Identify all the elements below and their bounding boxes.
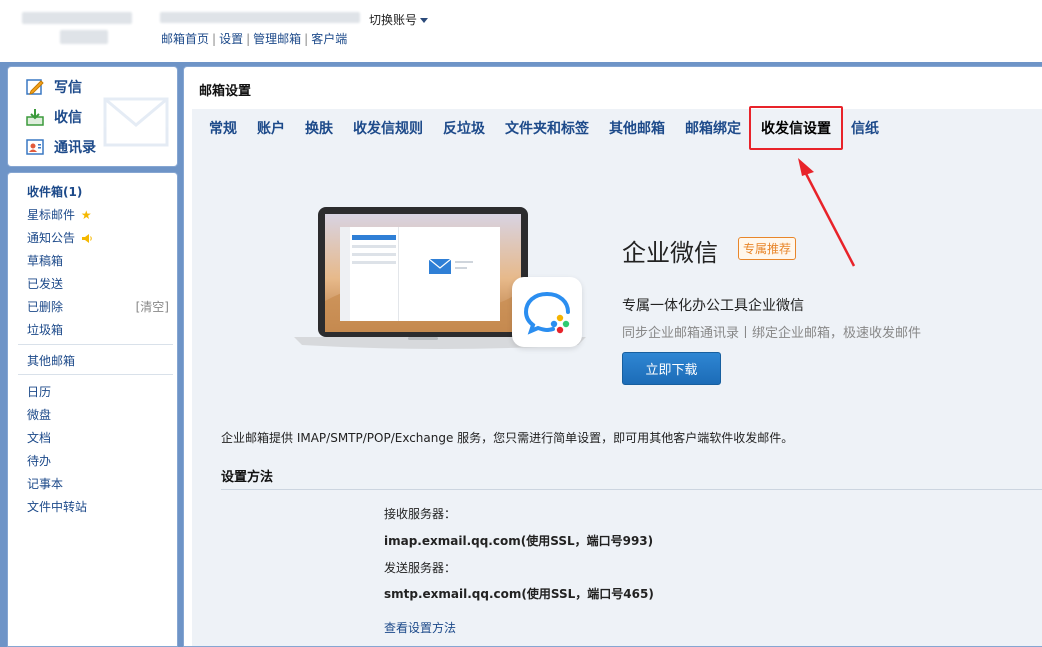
contacts-icon [26, 139, 44, 155]
chevron-down-icon [420, 18, 429, 23]
annotation-arrow-icon [798, 158, 856, 267]
tab-account[interactable]: 账户 [247, 118, 295, 138]
tab-skin[interactable]: 换肤 [295, 118, 343, 138]
app-notepad[interactable]: 记事本 [27, 475, 63, 492]
separator: | [246, 32, 251, 46]
link-settings[interactable]: 设置 [219, 32, 243, 46]
folder-list-panel: 收件箱(1) 星标邮件 ★ 通知公告 草稿箱 已发送 已删除 [清空] 垃圾箱 … [7, 172, 178, 647]
app-docs[interactable]: 文档 [27, 429, 51, 446]
settings-tabs: 常规 账户 换肤 收发信规则 反垃圾 文件夹和标签 其他邮箱 邮箱绑定 收发信设… [192, 109, 1042, 146]
active-tab-highlight-box [749, 106, 843, 150]
sidebar: 写信 收信 通讯录 收件箱(1) 星标邮件 ★ 通知公告 草稿箱 已发送 已删除… [0, 62, 186, 647]
clear-deleted-button[interactable]: [清空] [136, 298, 169, 315]
tab-folders-labels[interactable]: 文件夹和标签 [495, 118, 599, 138]
tab-mail-rules[interactable]: 收发信规则 [343, 118, 433, 138]
mail-actions-panel: 写信 收信 通讯录 [7, 66, 178, 167]
folder-starred-label: 星标邮件 [27, 208, 76, 222]
main-panel: 邮箱设置 常规 账户 换肤 收发信规则 反垃圾 文件夹和标签 其他邮箱 邮箱绑定… [183, 66, 1042, 647]
app-file-transfer[interactable]: 文件中转站 [27, 498, 87, 515]
contacts-button[interactable]: 通讯录 [25, 135, 96, 159]
receive-label: 收信 [54, 110, 82, 126]
speaker-icon [81, 234, 92, 243]
main-frame: 邮箱设置 常规 账户 换肤 收发信规则 反垃圾 文件夹和标签 其他邮箱 邮箱绑定… [180, 62, 1042, 647]
divider [221, 489, 1042, 490]
link-mailbox-home[interactable]: 邮箱首页 [161, 32, 209, 46]
top-header: 切换账号 邮箱首页 | 设置 | 管理邮箱 | 客户端 [0, 0, 1042, 62]
app-drive[interactable]: 微盘 [27, 406, 51, 423]
view-setup-method-link[interactable]: 查看设置方法 [384, 619, 456, 636]
folder-deleted[interactable]: 已删除 [27, 298, 63, 315]
separator: | [304, 32, 309, 46]
promo-badge: 专属推荐 [738, 237, 797, 260]
tab-mailbox-binding[interactable]: 邮箱绑定 [675, 118, 751, 138]
tab-other-mailboxes[interactable]: 其他邮箱 [599, 118, 675, 138]
receive-server-label: 接收服务器： [384, 507, 457, 521]
separator: | [212, 32, 217, 46]
folder-sent[interactable]: 已发送 [27, 275, 63, 292]
switch-account-label: 切换账号 [369, 13, 418, 27]
write-icon [26, 79, 44, 95]
link-client[interactable]: 客户端 [311, 32, 347, 46]
compose-label: 写信 [54, 80, 82, 96]
divider [18, 344, 173, 345]
promo-description: 同步企业邮箱通讯录丨绑定企业邮箱，极速收发邮件 [622, 326, 922, 341]
wecom-icon [523, 292, 570, 335]
folder-announcements[interactable]: 通知公告 [27, 229, 93, 246]
receive-icon [26, 109, 44, 126]
receive-button[interactable]: 收信 [25, 105, 82, 129]
promo-title: 企业微信 [622, 239, 718, 267]
folder-starred[interactable]: 星标邮件 ★ [27, 206, 92, 223]
switch-account-dropdown[interactable]: 切换账号 [369, 11, 429, 28]
app-calendar[interactable]: 日历 [27, 383, 51, 400]
tab-general[interactable]: 常规 [199, 118, 247, 138]
folder-other-mailboxes[interactable]: 其他邮箱 [27, 352, 75, 369]
tab-anti-spam[interactable]: 反垃圾 [433, 118, 495, 138]
compose-button[interactable]: 写信 [25, 75, 82, 99]
method-heading: 设置方法 [221, 470, 274, 485]
folder-spam[interactable]: 垃圾箱 [27, 321, 63, 338]
envelope-watermark-icon [103, 97, 169, 147]
send-server-label: 发送服务器： [384, 561, 457, 575]
settings-body: 常规 账户 换肤 收发信规则 反垃圾 文件夹和标签 其他邮箱 邮箱绑定 收发信设… [192, 106, 1042, 646]
link-manage-mailbox[interactable]: 管理邮箱 [253, 32, 301, 46]
folder-inbox[interactable]: 收件箱(1) [27, 183, 82, 200]
contacts-label: 通讯录 [54, 140, 96, 156]
download-button[interactable]: 立即下载 [622, 352, 721, 385]
star-icon: ★ [80, 208, 92, 222]
top-links: 邮箱首页 | 设置 | 管理邮箱 | 客户端 [161, 30, 347, 47]
send-server-value: smtp.exmail.qq.com(使用SSL，端口号465) [384, 587, 654, 601]
tab-stationery[interactable]: 信纸 [841, 118, 889, 138]
folder-announcements-label: 通知公告 [27, 231, 76, 245]
redacted-logo [22, 12, 132, 24]
receive-server-value: imap.exmail.qq.com(使用SSL，端口号993) [384, 534, 654, 548]
wecom-logo [512, 277, 582, 347]
page-title: 邮箱设置 [199, 84, 252, 99]
promo-subtitle: 专属一体化办公工具企业微信 [622, 298, 804, 314]
divider [18, 374, 173, 375]
redacted-logo-sub [60, 30, 108, 44]
app-todo[interactable]: 待办 [27, 452, 51, 469]
redacted-account-name [160, 12, 360, 23]
intro-text: 企业邮箱提供 IMAP/SMTP/POP/Exchange 服务，您只需进行简单… [221, 431, 794, 445]
folder-drafts[interactable]: 草稿箱 [27, 252, 63, 269]
